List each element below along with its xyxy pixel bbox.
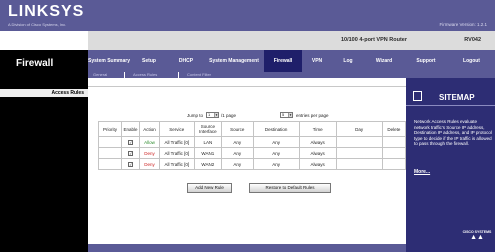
product-model: RV042	[464, 37, 481, 43]
rule-interface: WAN1	[193, 147, 222, 159]
rule-time: Always	[298, 158, 337, 170]
page-select-value: 1	[208, 112, 211, 117]
entries-select[interactable]: 5 ▼	[280, 112, 293, 118]
subnav-separator	[178, 72, 179, 78]
rule-source: Any	[220, 158, 254, 170]
rule-service: All Traffic [0]	[158, 158, 195, 170]
product-bar: 10/100 4-port VPN Router RV042	[88, 31, 495, 50]
brand-division: A Division of Cisco Systems, Inc.	[8, 22, 67, 27]
tab-vpn[interactable]: VPN	[302, 50, 332, 72]
section-divider	[88, 86, 406, 87]
tab-system-management[interactable]: System Management	[204, 50, 264, 72]
linksys-logo: LINKSYS	[8, 3, 85, 20]
col-action: Action	[139, 121, 160, 137]
rule-delete[interactable]	[381, 147, 407, 159]
chevron-down-icon: ▼	[214, 113, 218, 117]
rule-interface: LAN	[193, 136, 222, 148]
rule-priority	[97, 136, 123, 148]
rule-delete[interactable]	[381, 158, 407, 170]
tab-system-summary[interactable]: System Summary	[88, 50, 130, 72]
table-header-row: Priority Enable Action Service Source In…	[97, 121, 407, 137]
tab-dhcp[interactable]: DHCP	[168, 50, 204, 72]
rule-day	[335, 158, 383, 170]
section-label: Access Rules	[51, 90, 84, 96]
col-delete: Delete	[381, 121, 407, 137]
rule-time: Always	[298, 147, 337, 159]
col-priority: Priority	[97, 121, 123, 137]
rule-enable-cell: ✓	[121, 147, 140, 159]
rule-action: Deny	[139, 158, 160, 170]
tab-firewall[interactable]: Firewall	[264, 50, 302, 72]
restore-default-rules-button[interactable]: Restore to Default Rules	[249, 183, 331, 193]
subtab-general[interactable]: General	[93, 72, 107, 78]
subnav-separator	[124, 72, 125, 78]
rule-destination: Any	[252, 158, 300, 170]
col-destination: Destination	[252, 121, 300, 137]
tab-wizard[interactable]: Wizard	[364, 50, 404, 72]
rule-action: Deny	[139, 147, 160, 159]
rule-time: Always	[298, 136, 337, 148]
sitemap-icon	[413, 91, 422, 101]
rule-day	[335, 147, 383, 159]
chevron-down-icon: ▼	[288, 113, 292, 117]
brand: LINKSYS A Division of Cisco Systems, Inc…	[8, 3, 85, 28]
subtab-content-filter[interactable]: Content Filter	[187, 72, 211, 78]
tab-setup[interactable]: Setup	[130, 50, 168, 72]
tab-log[interactable]: Log	[332, 50, 364, 72]
table-row[interactable]: ✓ Deny All Traffic [0] WAN1 Any Any Alwa…	[97, 147, 407, 159]
rule-day	[335, 136, 383, 148]
rule-action: Allow	[139, 136, 160, 148]
help-text: Network Access Rules evaluate network tr…	[414, 119, 492, 146]
col-time: Time	[298, 121, 337, 137]
sitemap-header: SITEMAP	[406, 91, 495, 104]
checkbox-checked-icon[interactable]: ✓	[128, 139, 134, 145]
rule-destination: Any	[252, 136, 300, 148]
rule-enable-cell: ✓	[121, 158, 140, 170]
footer-bar	[88, 244, 406, 252]
more-link[interactable]: More...	[414, 169, 430, 175]
table-row[interactable]: ✓ Deny All Traffic [0] WAN2 Any Any Alwa…	[97, 158, 407, 170]
rule-delete[interactable]	[381, 136, 407, 148]
page-title-area: Firewall	[0, 50, 88, 78]
entries-label: entries per page	[296, 113, 329, 118]
rule-priority	[97, 158, 123, 170]
rule-service: All Traffic [0]	[158, 136, 195, 148]
product-name: 10/100 4-port VPN Router	[340, 37, 407, 43]
cisco-logo: CISCO SYSTEMS ▲▲	[462, 230, 492, 241]
rule-destination: Any	[252, 147, 300, 159]
table-row[interactable]: ✓ Allow All Traffic [0] LAN Any Any Alwa…	[97, 136, 407, 148]
col-service: Service	[158, 121, 195, 137]
entries-select-value: 5	[282, 112, 285, 117]
add-new-rule-button[interactable]: Add New Rule	[187, 183, 232, 193]
col-enable: Enable	[121, 121, 140, 137]
checkbox-checked-icon[interactable]: ✓	[128, 161, 134, 167]
col-source: Source	[220, 121, 254, 137]
sitemap-divider	[406, 105, 495, 106]
tab-support[interactable]: Support	[404, 50, 448, 72]
checkbox-checked-icon[interactable]: ✓	[128, 150, 134, 156]
main-nav: System Summary Setup DHCP System Managem…	[88, 50, 495, 72]
rule-priority	[97, 147, 123, 159]
jump-label: Jump to	[187, 113, 204, 118]
rule-service: All Traffic [0]	[158, 147, 195, 159]
page-title: Firewall	[16, 58, 54, 69]
left-sidebar	[0, 78, 88, 252]
rule-source: Any	[220, 147, 254, 159]
sitemap-panel: SITEMAP Network Access Rules evaluate ne…	[406, 78, 495, 252]
rule-interface: WAN2	[193, 158, 222, 170]
col-source-interface: Source Interface	[193, 121, 222, 137]
firmware-version: Firmware Version: 1.2.1	[439, 22, 487, 27]
access-rules-table: Priority Enable Action Service Source In…	[97, 121, 407, 170]
rule-enable-cell: ✓	[121, 136, 140, 148]
subtab-access-rules[interactable]: Access Rules	[133, 72, 157, 78]
col-day: Day	[335, 121, 383, 137]
page-select[interactable]: 1 ▼	[206, 112, 219, 118]
page-count: /1 page	[221, 113, 237, 118]
sitemap-title[interactable]: SITEMAP	[439, 93, 475, 102]
tab-logout[interactable]: Logout	[448, 50, 495, 72]
cisco-bars-icon: ▲▲	[470, 234, 484, 241]
rule-source: Any	[220, 136, 254, 148]
